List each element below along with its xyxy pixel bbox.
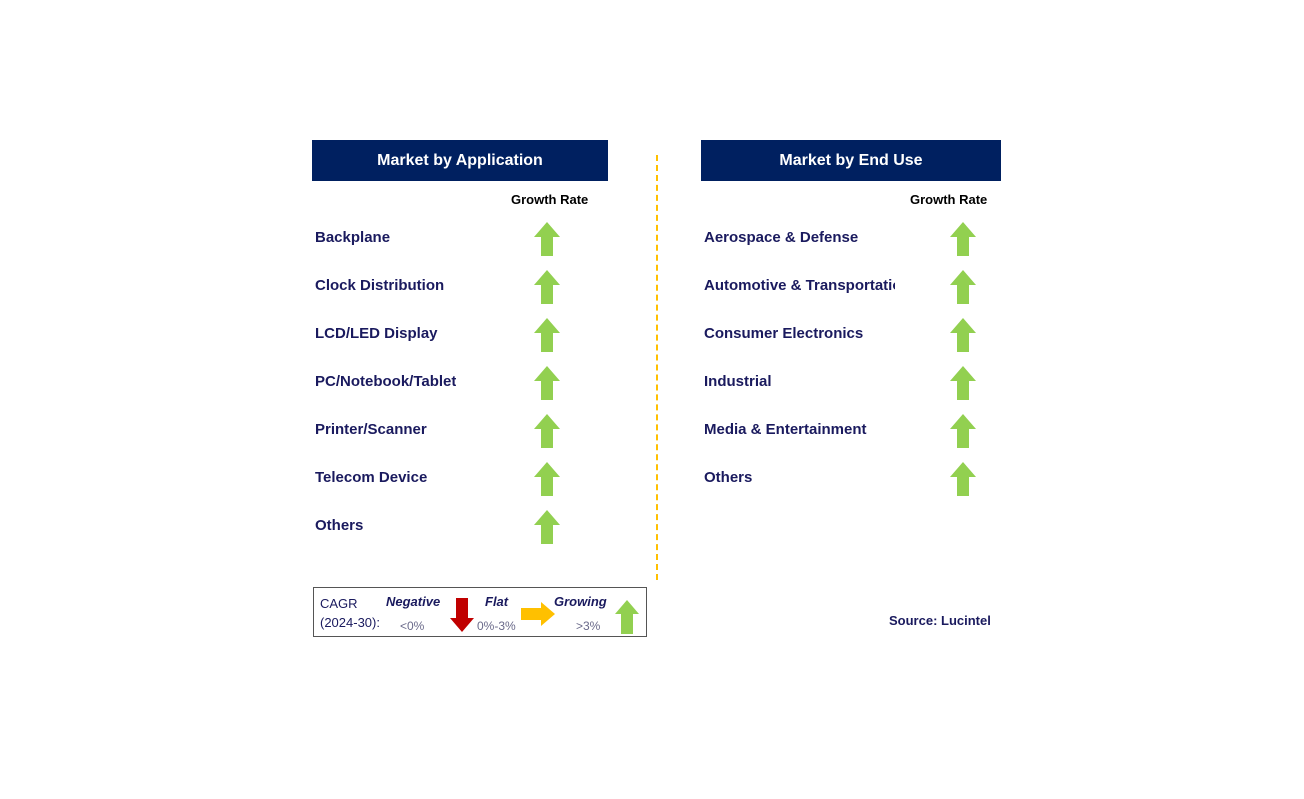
- up-arrow-icon: [615, 600, 639, 634]
- legend-negative-range: <0%: [400, 619, 425, 633]
- legend-flat-range: 0%-3%: [477, 619, 516, 633]
- end-use-growth-rate-label: Growth Rate: [910, 192, 988, 207]
- list-item-label: Consumer Electronics: [704, 325, 864, 342]
- growth-up-arrow-icon: [534, 462, 560, 496]
- growth-up-arrow-icon: [950, 414, 976, 448]
- growth-up-arrow-icon: [534, 222, 560, 256]
- list-item-label: Printer/Scanner: [315, 421, 427, 438]
- growth-up-arrow-icon: [534, 318, 560, 352]
- source: Source: Lucintel: [889, 613, 991, 628]
- right-arrow-icon: [521, 602, 555, 626]
- legend-cagr: CAGR: [320, 596, 358, 611]
- list-item-label: Media & Entertainment: [704, 421, 867, 438]
- growth-up-arrow-icon: [950, 462, 976, 496]
- application-growth-rate-label: Growth Rate: [511, 192, 589, 207]
- list-item-label: PC/Notebook/Tablet: [315, 373, 457, 390]
- end-use-header: Market by End Use: [701, 140, 1001, 181]
- list-item-label: Clock Distribution: [315, 277, 445, 294]
- list-item-label: Automotive & Transportation: [704, 277, 895, 294]
- application-header: Market by Application: [312, 140, 608, 181]
- growth-up-arrow-icon: [950, 318, 976, 352]
- legend-growing-range: >3%: [576, 619, 601, 633]
- growth-up-arrow-icon: [950, 222, 976, 256]
- down-arrow-icon: [450, 598, 474, 632]
- legend-negative: Negative: [386, 594, 441, 609]
- list-item-label: Others: [704, 469, 753, 486]
- growth-up-arrow-icon: [950, 366, 976, 400]
- list-item-label: Industrial: [704, 373, 772, 390]
- growth-up-arrow-icon: [950, 270, 976, 304]
- divider: [656, 155, 658, 580]
- legend-growing: Growing: [554, 594, 607, 609]
- growth-up-arrow-icon: [534, 414, 560, 448]
- legend-period: (2024-30):: [320, 615, 380, 630]
- growth-up-arrow-icon: [534, 510, 560, 544]
- list-item-label: Backplane: [315, 229, 391, 246]
- growth-up-arrow-icon: [534, 366, 560, 400]
- list-item-label: LCD/LED Display: [315, 325, 438, 342]
- list-item-label: Others: [315, 517, 364, 534]
- legend: CAGR (2024-30): Negative <0% Flat 0%-3% …: [313, 587, 647, 637]
- list-item-label: Telecom Device: [315, 469, 428, 486]
- legend-flat: Flat: [485, 594, 509, 609]
- growth-up-arrow-icon: [534, 270, 560, 304]
- list-item-label: Aerospace & Defense: [704, 229, 859, 246]
